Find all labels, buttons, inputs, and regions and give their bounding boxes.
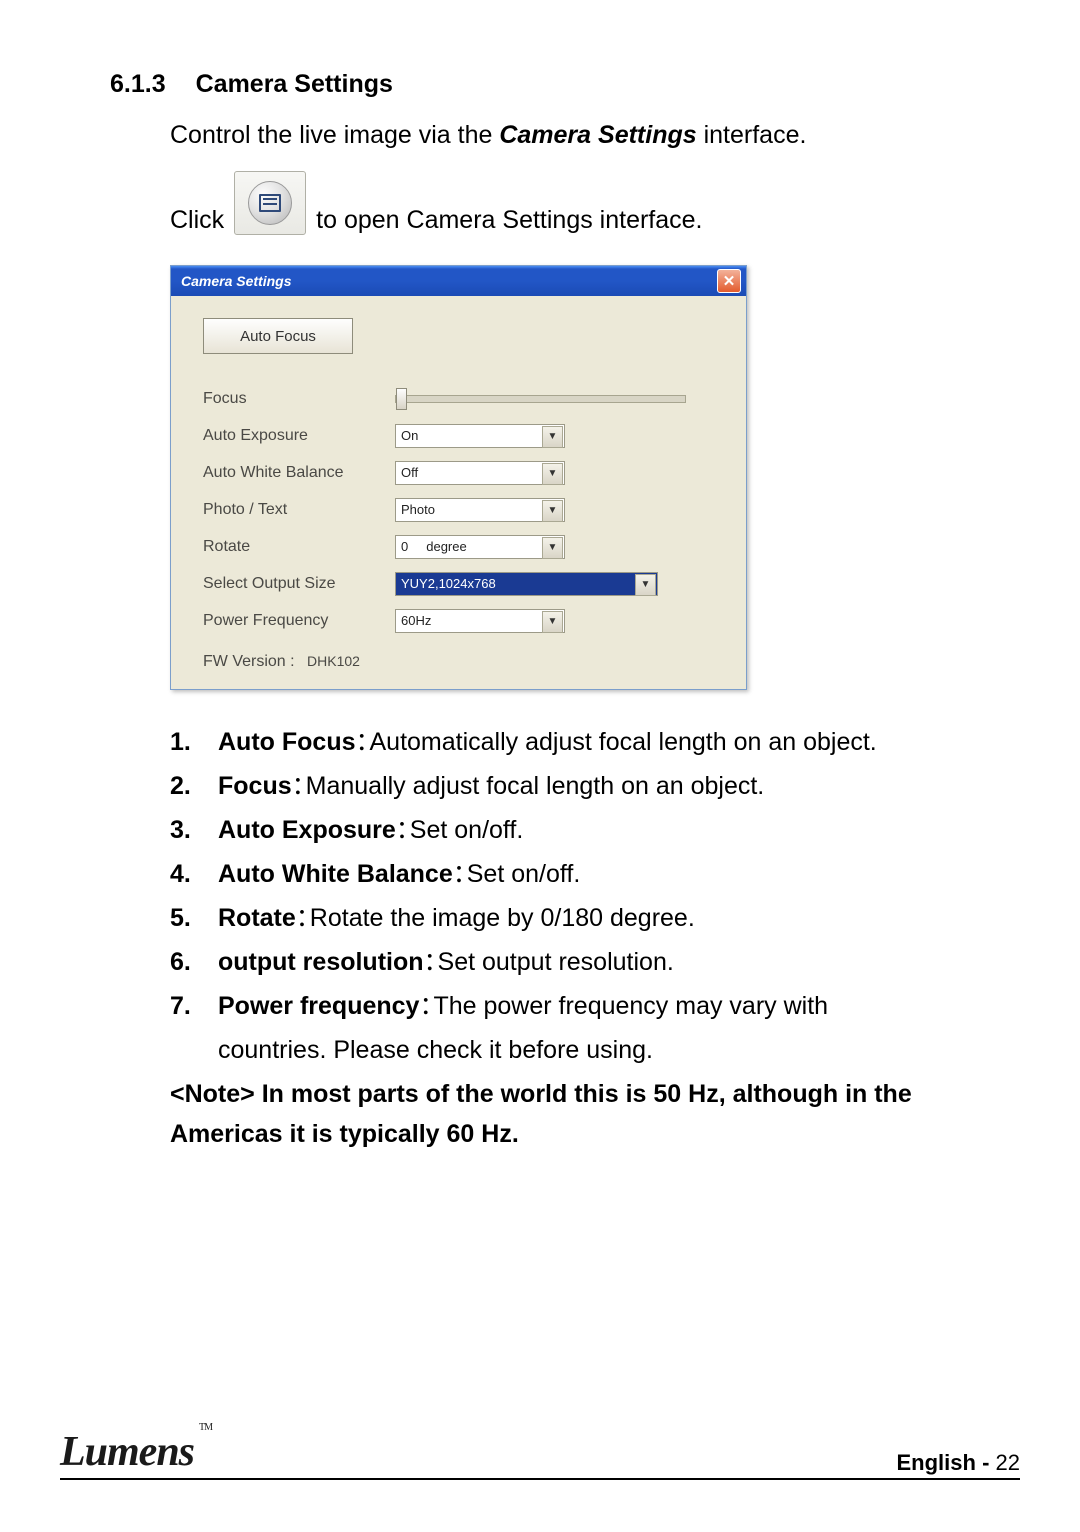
- chevron-down-icon: ▼: [542, 500, 563, 522]
- focus-slider[interactable]: [395, 395, 686, 403]
- list-item: 5.Rotate：Rotate the image by 0/180 degre…: [170, 898, 1020, 938]
- intro-text: Control the live image via the Camera Se…: [170, 115, 1020, 155]
- rotate-label: Rotate: [203, 538, 395, 556]
- list-item: 4.Auto White Balance：Set on/off.: [170, 854, 1020, 894]
- click-instruction: Click to open Camera Settings interface.: [170, 171, 1020, 235]
- page-number: English - 22: [897, 1450, 1021, 1476]
- chevron-down-icon: ▼: [542, 611, 563, 633]
- note-text: <Note> In most parts of the world this i…: [170, 1074, 1020, 1154]
- dialog-title: Camera Settings: [181, 273, 291, 289]
- close-icon[interactable]: ✕: [717, 269, 741, 293]
- section-heading: 6.1.3 Camera Settings: [110, 70, 1020, 99]
- camera-settings-dialog: Camera Settings ✕ Auto Focus Focus Auto …: [170, 265, 747, 690]
- logo: LumensTM: [60, 1428, 207, 1476]
- feature-list: 1.Auto Focus：Automatically adjust focal …: [170, 722, 1020, 1070]
- dialog-titlebar: Camera Settings ✕: [171, 266, 746, 296]
- photo-text-label: Photo / Text: [203, 501, 395, 519]
- chevron-down-icon: ▼: [542, 537, 563, 559]
- list-item: 7.Power frequency：The power frequency ma…: [170, 986, 1020, 1026]
- power-frequency-label: Power Frequency: [203, 612, 395, 630]
- power-frequency-dropdown[interactable]: 60Hz ▼: [395, 609, 565, 633]
- output-size-dropdown[interactable]: YUY2,1024x768 ▼: [395, 572, 658, 596]
- click-pre: Click: [170, 206, 224, 235]
- focus-label: Focus: [203, 390, 395, 408]
- section-number: 6.1.3: [110, 70, 166, 98]
- camera-settings-icon: [234, 171, 306, 235]
- list-item: 3.Auto Exposure：Set on/off.: [170, 810, 1020, 850]
- rotate-dropdown[interactable]: 0 degree ▼: [395, 535, 565, 559]
- page-footer: LumensTM English - 22: [60, 1428, 1020, 1480]
- photo-text-dropdown[interactable]: Photo ▼: [395, 498, 565, 522]
- list-item: 2.Focus：Manually adjust focal length on …: [170, 766, 1020, 806]
- output-size-label: Select Output Size: [203, 575, 395, 593]
- chevron-down-icon: ▼: [542, 463, 563, 485]
- auto-exposure-dropdown[interactable]: On ▼: [395, 424, 565, 448]
- auto-white-balance-label: Auto White Balance: [203, 464, 395, 482]
- fw-version: FW Version : DHK102: [203, 653, 720, 671]
- chevron-down-icon: ▼: [542, 426, 563, 448]
- auto-focus-button[interactable]: Auto Focus: [203, 318, 353, 354]
- auto-white-balance-dropdown[interactable]: Off ▼: [395, 461, 565, 485]
- chevron-down-icon: ▼: [635, 574, 656, 596]
- list-item: 1.Auto Focus：Automatically adjust focal …: [170, 722, 1020, 762]
- click-post: to open Camera Settings interface.: [316, 206, 702, 235]
- auto-exposure-label: Auto Exposure: [203, 427, 395, 445]
- list-item: 6.output resolution：Set output resolutio…: [170, 942, 1020, 982]
- section-title: Camera Settings: [196, 70, 393, 98]
